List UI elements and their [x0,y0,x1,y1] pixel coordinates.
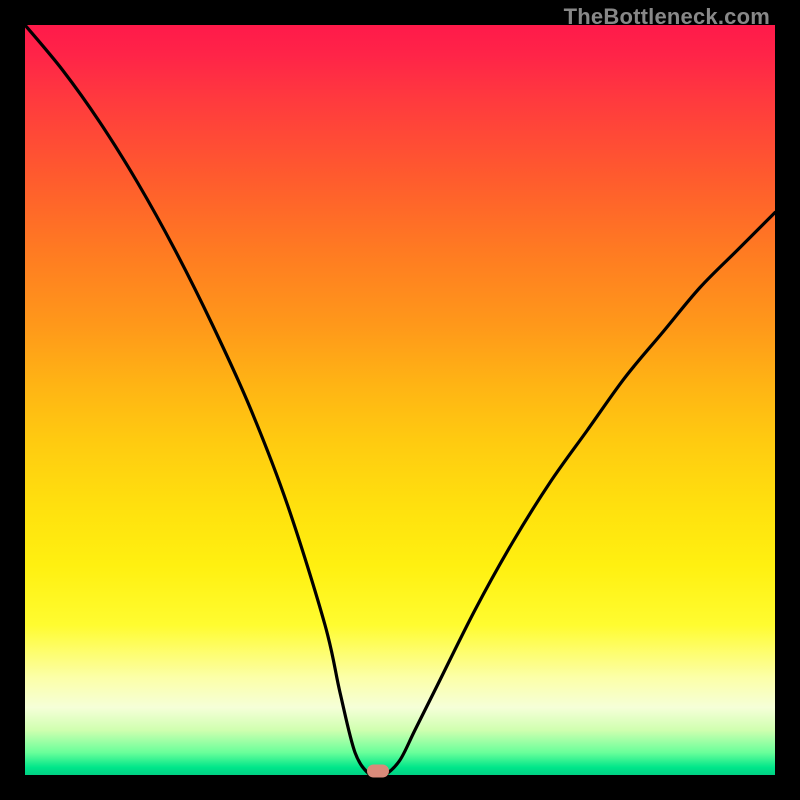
bottleneck-curve-path [25,25,775,775]
chart-container: TheBottleneck.com [0,0,800,800]
curve-svg [25,25,775,775]
plot-area [25,25,775,775]
optimal-point-marker [367,765,389,778]
